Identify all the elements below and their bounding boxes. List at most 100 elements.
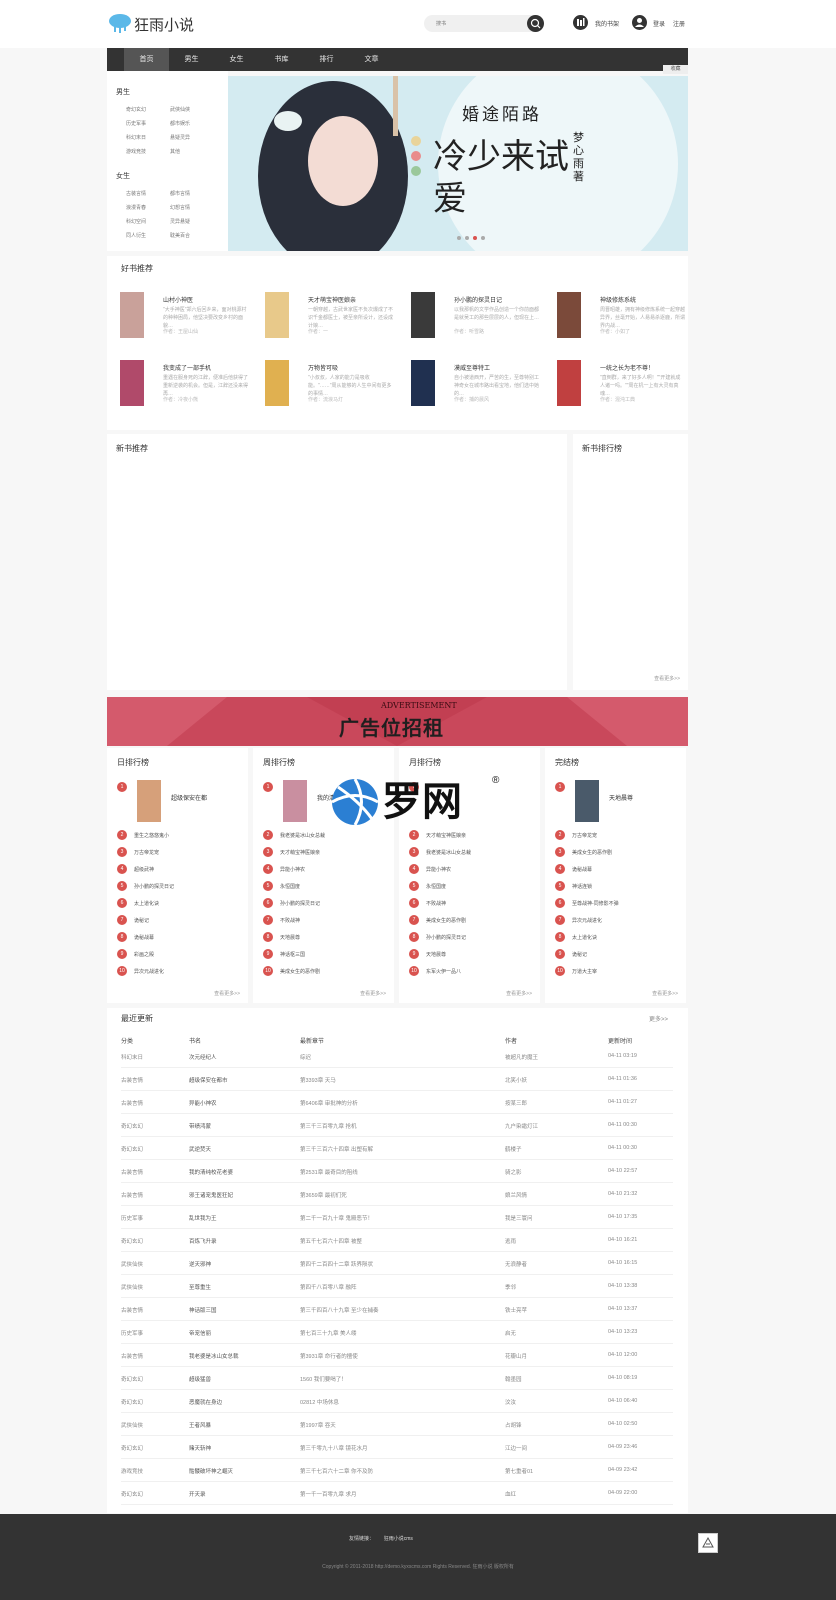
category-link[interactable]: 武侠仙侠 xyxy=(170,106,190,113)
chapter-cell[interactable]: 第2531章 最奇目的阻线 xyxy=(300,1168,358,1176)
ad-banner[interactable]: ADVERTISEMENT 广告位招租 xyxy=(107,697,688,746)
chapter-cell[interactable]: 第二千一百九十章 鬼殿恶节！ xyxy=(300,1214,373,1222)
book-name-cell[interactable]: 开天录 xyxy=(189,1490,206,1498)
rank-item[interactable]: 诡秘战幕 xyxy=(134,934,154,941)
chapter-cell[interactable]: 第七百三十九章 美人缕 xyxy=(300,1329,357,1337)
more-link[interactable]: 查看更多>> xyxy=(506,990,532,997)
category-link[interactable]: 浪漫青春 xyxy=(126,204,146,211)
chapter-cell[interactable]: 第三千七百六十二章 你不及防 xyxy=(300,1467,373,1475)
rank-item[interactable]: 美成女生的恶作剧 xyxy=(572,849,612,856)
rank-item[interactable]: 永恒国度 xyxy=(280,883,300,890)
rank-item[interactable]: 超级保安在都 xyxy=(171,793,207,802)
book-cover[interactable] xyxy=(120,292,144,338)
category-link[interactable]: 同人衍生 xyxy=(126,232,146,239)
book-name-cell[interactable]: 超级猛兽 xyxy=(189,1375,211,1383)
nav-male[interactable]: 男生 xyxy=(169,48,214,71)
rank-item[interactable]: 永恒国度 xyxy=(426,883,446,890)
book-cover[interactable] xyxy=(120,360,144,406)
bookshelf-link[interactable]: 我的书架 xyxy=(595,19,619,28)
chapter-cell[interactable]: 02812 中场休息 xyxy=(300,1398,339,1406)
rank-item[interactable]: 天地晨尊 xyxy=(280,934,300,941)
book-cover[interactable] xyxy=(557,360,581,406)
category-link[interactable]: 灵异悬疑 xyxy=(170,218,190,225)
book-card[interactable]: 天才萌宝神医娘亲 一朝穿越，古武世家医不负次爆成了不识千金都医士，被至亲所设计，还… xyxy=(265,292,405,347)
book-card[interactable]: 我变成了一部手机 重遇在服身死的江辞，便准后他获得了重新逆袭的机会。但是，江辞还没… xyxy=(120,360,260,415)
book-title[interactable]: 神级修炼系统 xyxy=(600,295,636,304)
rank-item[interactable]: 神话连锁 xyxy=(572,883,592,890)
more-link[interactable]: 查看更多>> xyxy=(214,990,240,997)
chapter-cell[interactable]: 第3659章 最初们死 xyxy=(300,1191,347,1199)
rank-item[interactable]: 天地晨尊 xyxy=(426,951,446,958)
chapter-cell[interactable]: 第1997章 吞天 xyxy=(300,1421,336,1429)
category-link[interactable]: 都市娱乐 xyxy=(170,120,190,127)
register-link[interactable]: 注册 xyxy=(673,19,685,28)
book-name-cell[interactable]: 骷髅破坏神之崛灭 xyxy=(189,1467,233,1475)
book-name-cell[interactable]: 赌天斩神 xyxy=(189,1444,211,1452)
book-cover[interactable] xyxy=(265,292,289,338)
more-link[interactable]: 查看更多>> xyxy=(654,675,680,682)
category-link[interactable]: 悬疑灵异 xyxy=(170,134,190,141)
category-link[interactable]: 科幻空间 xyxy=(126,218,146,225)
book-cover[interactable] xyxy=(411,360,435,406)
book-name-cell[interactable]: 带绩鸿蒙 xyxy=(189,1122,211,1130)
rank-item[interactable]: 异能小神农 xyxy=(426,866,451,873)
book-name-cell[interactable]: 次元经纪人 xyxy=(189,1053,217,1061)
rank-item[interactable]: 万道大主宰 xyxy=(572,968,597,975)
rank-item[interactable]: 万古帝龙宠 xyxy=(572,832,597,839)
friend-link[interactable]: 狂雨小说cms xyxy=(384,1536,413,1542)
rank-item[interactable]: 万古帝龙宠 xyxy=(134,849,159,856)
rank-item[interactable]: 美成女生的恶作剧 xyxy=(280,968,320,975)
rank-item[interactable]: 异能小神农 xyxy=(280,866,305,873)
book-card[interactable]: 漠威至尊特工 自小被道西开，严苦的生，至尊特别工神奇女在城市路出看宝地，他们选中她… xyxy=(411,360,551,415)
search-input[interactable] xyxy=(436,18,521,29)
chapter-cell[interactable]: 1560 我们要喝了！ xyxy=(300,1375,347,1383)
rank-item[interactable]: 太上道化诀 xyxy=(134,900,159,907)
rank-item[interactable]: 至尊战神-同修影不弹 xyxy=(572,900,619,907)
rank-item[interactable]: 诡秘记 xyxy=(572,951,587,958)
book-title[interactable]: 万物皆可吸 xyxy=(308,363,338,372)
book-name-cell[interactable]: 逆天邪神 xyxy=(189,1260,211,1268)
category-link[interactable]: 科幻末日 xyxy=(126,134,146,141)
book-cover[interactable] xyxy=(265,360,289,406)
book-name-cell[interactable]: 恶魔就在身边 xyxy=(189,1398,222,1406)
rank-item[interactable]: 天才萌宝神医娘亲 xyxy=(280,849,320,856)
book-name-cell[interactable]: 异能小神农 xyxy=(189,1099,217,1107)
book-name-cell[interactable]: 乱世我为王 xyxy=(189,1214,217,1222)
rank-item[interactable]: 异次元战进化 xyxy=(134,968,164,975)
book-card[interactable]: 一统之长为老不尊！ "直倒群，来了好多人啊！""开建就成人诸一吗。""周在机一上有… xyxy=(557,360,697,415)
book-cover[interactable] xyxy=(411,292,435,338)
book-cover[interactable] xyxy=(283,780,307,822)
more-link[interactable]: 查看更多>> xyxy=(360,990,386,997)
banner-slider[interactable]: 婚途陌路 冷少来试爱 梦心雨著 xyxy=(228,76,688,251)
book-card[interactable]: 孙小鹏的探灵日记 以我那帆的文学作品创造一个你前面都是就吴工的那些层层的人，但现在… xyxy=(411,292,551,347)
nav-ranking[interactable]: 排行 xyxy=(304,48,349,71)
book-cover[interactable] xyxy=(557,292,581,338)
rank-item[interactable]: 太上道化诀 xyxy=(572,934,597,941)
book-name-cell[interactable]: 至尊重生 xyxy=(189,1283,211,1291)
rank-item[interactable]: 我老婆是冰山女总裁 xyxy=(426,849,471,856)
more-link[interactable]: 查看更多>> xyxy=(652,990,678,997)
more-link[interactable]: 更多>> xyxy=(649,1014,668,1023)
book-card[interactable]: 神级修炼系统 周晋昭雄，拥有神级修炼系统一起穿越异界，丝毫开始，人易易杀逐鹿，所谓… xyxy=(557,292,697,347)
chapter-cell[interactable]: 第四千二百四十二章 跃界陨状 xyxy=(300,1260,373,1268)
category-link[interactable]: 古装言情 xyxy=(126,190,146,197)
nav-home[interactable]: 首页 xyxy=(124,48,169,71)
category-link[interactable]: 都市言情 xyxy=(170,190,190,197)
rank-item[interactable]: 我老婆是冰山女总裁 xyxy=(280,832,325,839)
book-title[interactable]: 一统之长为老不尊！ xyxy=(600,363,654,372)
book-name-cell[interactable]: 武逆焚天 xyxy=(189,1145,211,1153)
category-link[interactable]: 游戏竞技 xyxy=(126,148,146,155)
category-link[interactable]: 耽美百合 xyxy=(170,232,190,239)
rank-item[interactable]: 诡秘记 xyxy=(134,917,149,924)
rank-item[interactable]: 孙小鹏的探灵日记 xyxy=(134,883,174,890)
search-button[interactable] xyxy=(527,15,544,32)
category-link[interactable]: 历史军事 xyxy=(126,120,146,127)
chapter-cell[interactable]: 第一千一百零九章 求月 xyxy=(300,1490,357,1498)
category-link[interactable]: 奇幻玄幻 xyxy=(126,106,146,113)
book-name-cell[interactable]: 我的清纯校花老婆 xyxy=(189,1168,233,1176)
rank-item[interactable]: 天才萌宝神医娘亲 xyxy=(426,832,466,839)
nav-library[interactable]: 书库 xyxy=(259,48,304,71)
book-cover[interactable] xyxy=(575,780,599,822)
book-title[interactable]: 山村小神医 xyxy=(163,295,193,304)
chapter-cell[interactable]: 第三千零九十八章 镜花水月 xyxy=(300,1444,368,1452)
